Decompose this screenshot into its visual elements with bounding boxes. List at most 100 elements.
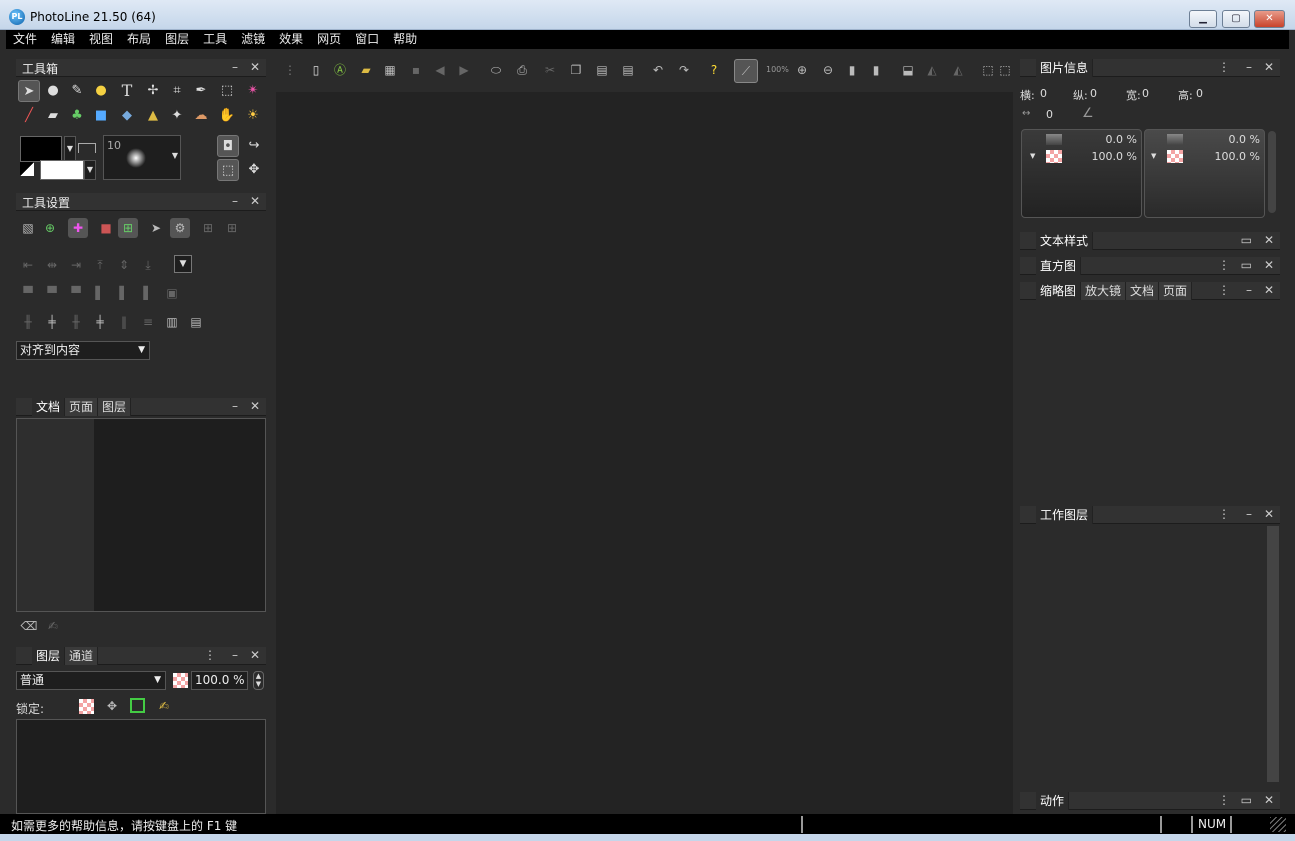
pen-tool-icon[interactable]: ✒ [190, 80, 212, 102]
mask-mode-icon[interactable]: ◘ [217, 135, 239, 157]
crop-tool-icon[interactable]: ⌗ [166, 80, 188, 102]
document-list[interactable] [16, 418, 266, 612]
clone-stamp-icon[interactable]: ♣ [66, 105, 88, 127]
stamp-icon[interactable]: ▲ [142, 105, 164, 127]
lock-position-icon[interactable]: ✥ [102, 696, 122, 716]
arrow-icon[interactable]: ➤ [146, 218, 166, 238]
minimize-icon[interactable]: – [232, 399, 238, 413]
menu-filter[interactable]: 滤镜 [234, 30, 272, 49]
brush-dropdown-icon[interactable]: ▼ [172, 151, 178, 160]
close-window-button[interactable]: ✕ [1254, 10, 1285, 28]
fit-page-icon[interactable]: ▮ [842, 60, 862, 80]
swap-colors-icon[interactable] [78, 143, 96, 153]
toolbar-overflow-icon[interactable]: ⬚ [998, 60, 1012, 80]
opacity-input[interactable]: 100.0 % [191, 671, 248, 690]
resize-grip-icon[interactable] [1270, 817, 1286, 832]
menu-web[interactable]: 网页 [310, 30, 348, 49]
paste-icon[interactable]: ▤ [592, 60, 612, 80]
menu-edit[interactable]: 编辑 [44, 30, 82, 49]
chevron-down-icon[interactable]: ▼ [1151, 152, 1156, 160]
lock-paint-icon[interactable]: ✍ [154, 696, 174, 716]
copy-icon[interactable]: ❐ [566, 60, 586, 80]
fit-width-icon[interactable]: ▥ [162, 312, 182, 332]
align-options-dropdown[interactable]: ▼ [174, 255, 192, 273]
dodge-icon[interactable]: ✋ [216, 105, 238, 127]
menu-layout[interactable]: 布局 [120, 30, 158, 49]
magic-wand-icon[interactable]: ✴ [242, 80, 264, 102]
work-layers-scrollbar[interactable] [1267, 526, 1279, 782]
tab-nav-page[interactable]: 页面 [1159, 282, 1193, 300]
more-options-icon[interactable]: ⋮ [1218, 283, 1230, 297]
info-scrollbar[interactable] [1268, 131, 1276, 213]
help-cursor-icon[interactable]: ? [704, 60, 724, 80]
tab-work-layers[interactable]: 工作图层 [1036, 506, 1094, 524]
selection-options-icon[interactable]: ✥ [243, 159, 265, 181]
minimize-icon[interactable]: – [1246, 507, 1252, 521]
tab-pages[interactable]: 页面 [65, 398, 99, 416]
select-transparent-icon[interactable]: ▧ [18, 218, 38, 238]
selection-mode-icon[interactable]: ⬚ [217, 159, 239, 181]
foreground-color-dropdown[interactable]: ▼ [64, 136, 76, 162]
brush-tool-icon[interactable]: ✎ [66, 80, 88, 102]
minimize-icon[interactable]: – [232, 648, 238, 662]
more-options-icon[interactable]: ⋮ [1218, 60, 1230, 74]
zoom-out-icon[interactable]: ⊖ [818, 60, 838, 80]
close-icon[interactable]: ✕ [1264, 793, 1274, 807]
smudge-icon[interactable]: ✦ [166, 105, 188, 127]
menu-help[interactable]: 帮助 [386, 30, 424, 49]
scan-icon[interactable]: ⬭ [486, 60, 506, 80]
fill-bucket-icon[interactable]: ◆ [116, 105, 138, 127]
close-icon[interactable]: ✕ [1264, 60, 1274, 74]
close-icon[interactable]: ✕ [250, 648, 260, 662]
tab-histogram[interactable]: 直方图 [1036, 257, 1082, 275]
tab-document[interactable]: 文档 [32, 398, 66, 416]
lock-transform-icon[interactable] [130, 698, 145, 713]
zoom-100-label[interactable]: 100% [766, 65, 789, 74]
print-icon[interactable]: ⎙ [512, 60, 532, 80]
text-tool-icon[interactable]: T [116, 80, 138, 102]
more-options-icon[interactable]: ⋮ [1218, 507, 1230, 521]
diagonal-line-icon[interactable]: ⟋ [734, 59, 758, 83]
tab-actions[interactable]: 动作 [1036, 792, 1070, 810]
gradient-tool-icon[interactable]: ■ [90, 105, 112, 127]
space-center-icon[interactable]: ╪ [42, 312, 62, 332]
new-document-icon[interactable]: ▯ [306, 60, 326, 80]
grid-snap-icon[interactable]: ⊞ [118, 218, 138, 238]
more-options-icon[interactable]: ⋮ [204, 648, 216, 662]
minimize-icon[interactable]: – [232, 60, 238, 74]
marquee-tool-icon[interactable]: ⬚ [216, 80, 238, 102]
maximize-icon[interactable]: ▭ [1241, 258, 1252, 272]
document-canvas[interactable] [276, 92, 1013, 814]
close-icon[interactable]: ✕ [1264, 233, 1274, 247]
quick-mask-icon[interactable]: ↪ [243, 135, 265, 157]
maximize-icon[interactable]: ▭ [1241, 233, 1252, 247]
redo-icon[interactable]: ↷ [674, 60, 694, 80]
target-icon[interactable]: ⊕ [40, 218, 60, 238]
open-folder-icon[interactable]: ▰ [356, 60, 376, 80]
menu-view[interactable]: 视图 [82, 30, 120, 49]
chevron-down-icon[interactable]: ▼ [1030, 152, 1035, 160]
menu-effects[interactable]: 效果 [272, 30, 310, 49]
menu-layer[interactable]: 图层 [158, 30, 196, 49]
ellipse-tool-icon[interactable]: ● [90, 80, 112, 102]
color-picker-icon[interactable]: ■ [96, 218, 116, 238]
fullscreen-icon[interactable]: ⬚ [978, 60, 998, 80]
maximize-button[interactable]: ▢ [1222, 10, 1250, 28]
tab-layers[interactable]: 图层 [98, 398, 132, 416]
actual-size-icon[interactable]: ▮ [866, 60, 886, 80]
paint-brush-icon[interactable]: ╱ [18, 105, 40, 127]
menu-window[interactable]: 窗口 [348, 30, 386, 49]
menu-tools[interactable]: 工具 [196, 30, 234, 49]
light-effect-icon[interactable]: ☀ [242, 105, 264, 127]
blend-mode-select[interactable]: 普通 ▼ [16, 671, 166, 690]
space-middle-icon[interactable]: ╪ [90, 312, 110, 332]
tab-thumbnail[interactable]: 缩略图 [1036, 282, 1082, 300]
eraser-icon[interactable]: ▰ [42, 105, 64, 127]
close-icon[interactable]: ✕ [1264, 283, 1274, 297]
layers-list[interactable] [16, 719, 266, 814]
minimize-icon[interactable]: – [1246, 60, 1252, 74]
tab-nav-document[interactable]: 文档 [1126, 282, 1160, 300]
rotate-icon[interactable]: ⬓ [898, 60, 918, 80]
foreground-color-swatch[interactable] [20, 136, 62, 162]
paste-special-icon[interactable]: ▤ [618, 60, 638, 80]
